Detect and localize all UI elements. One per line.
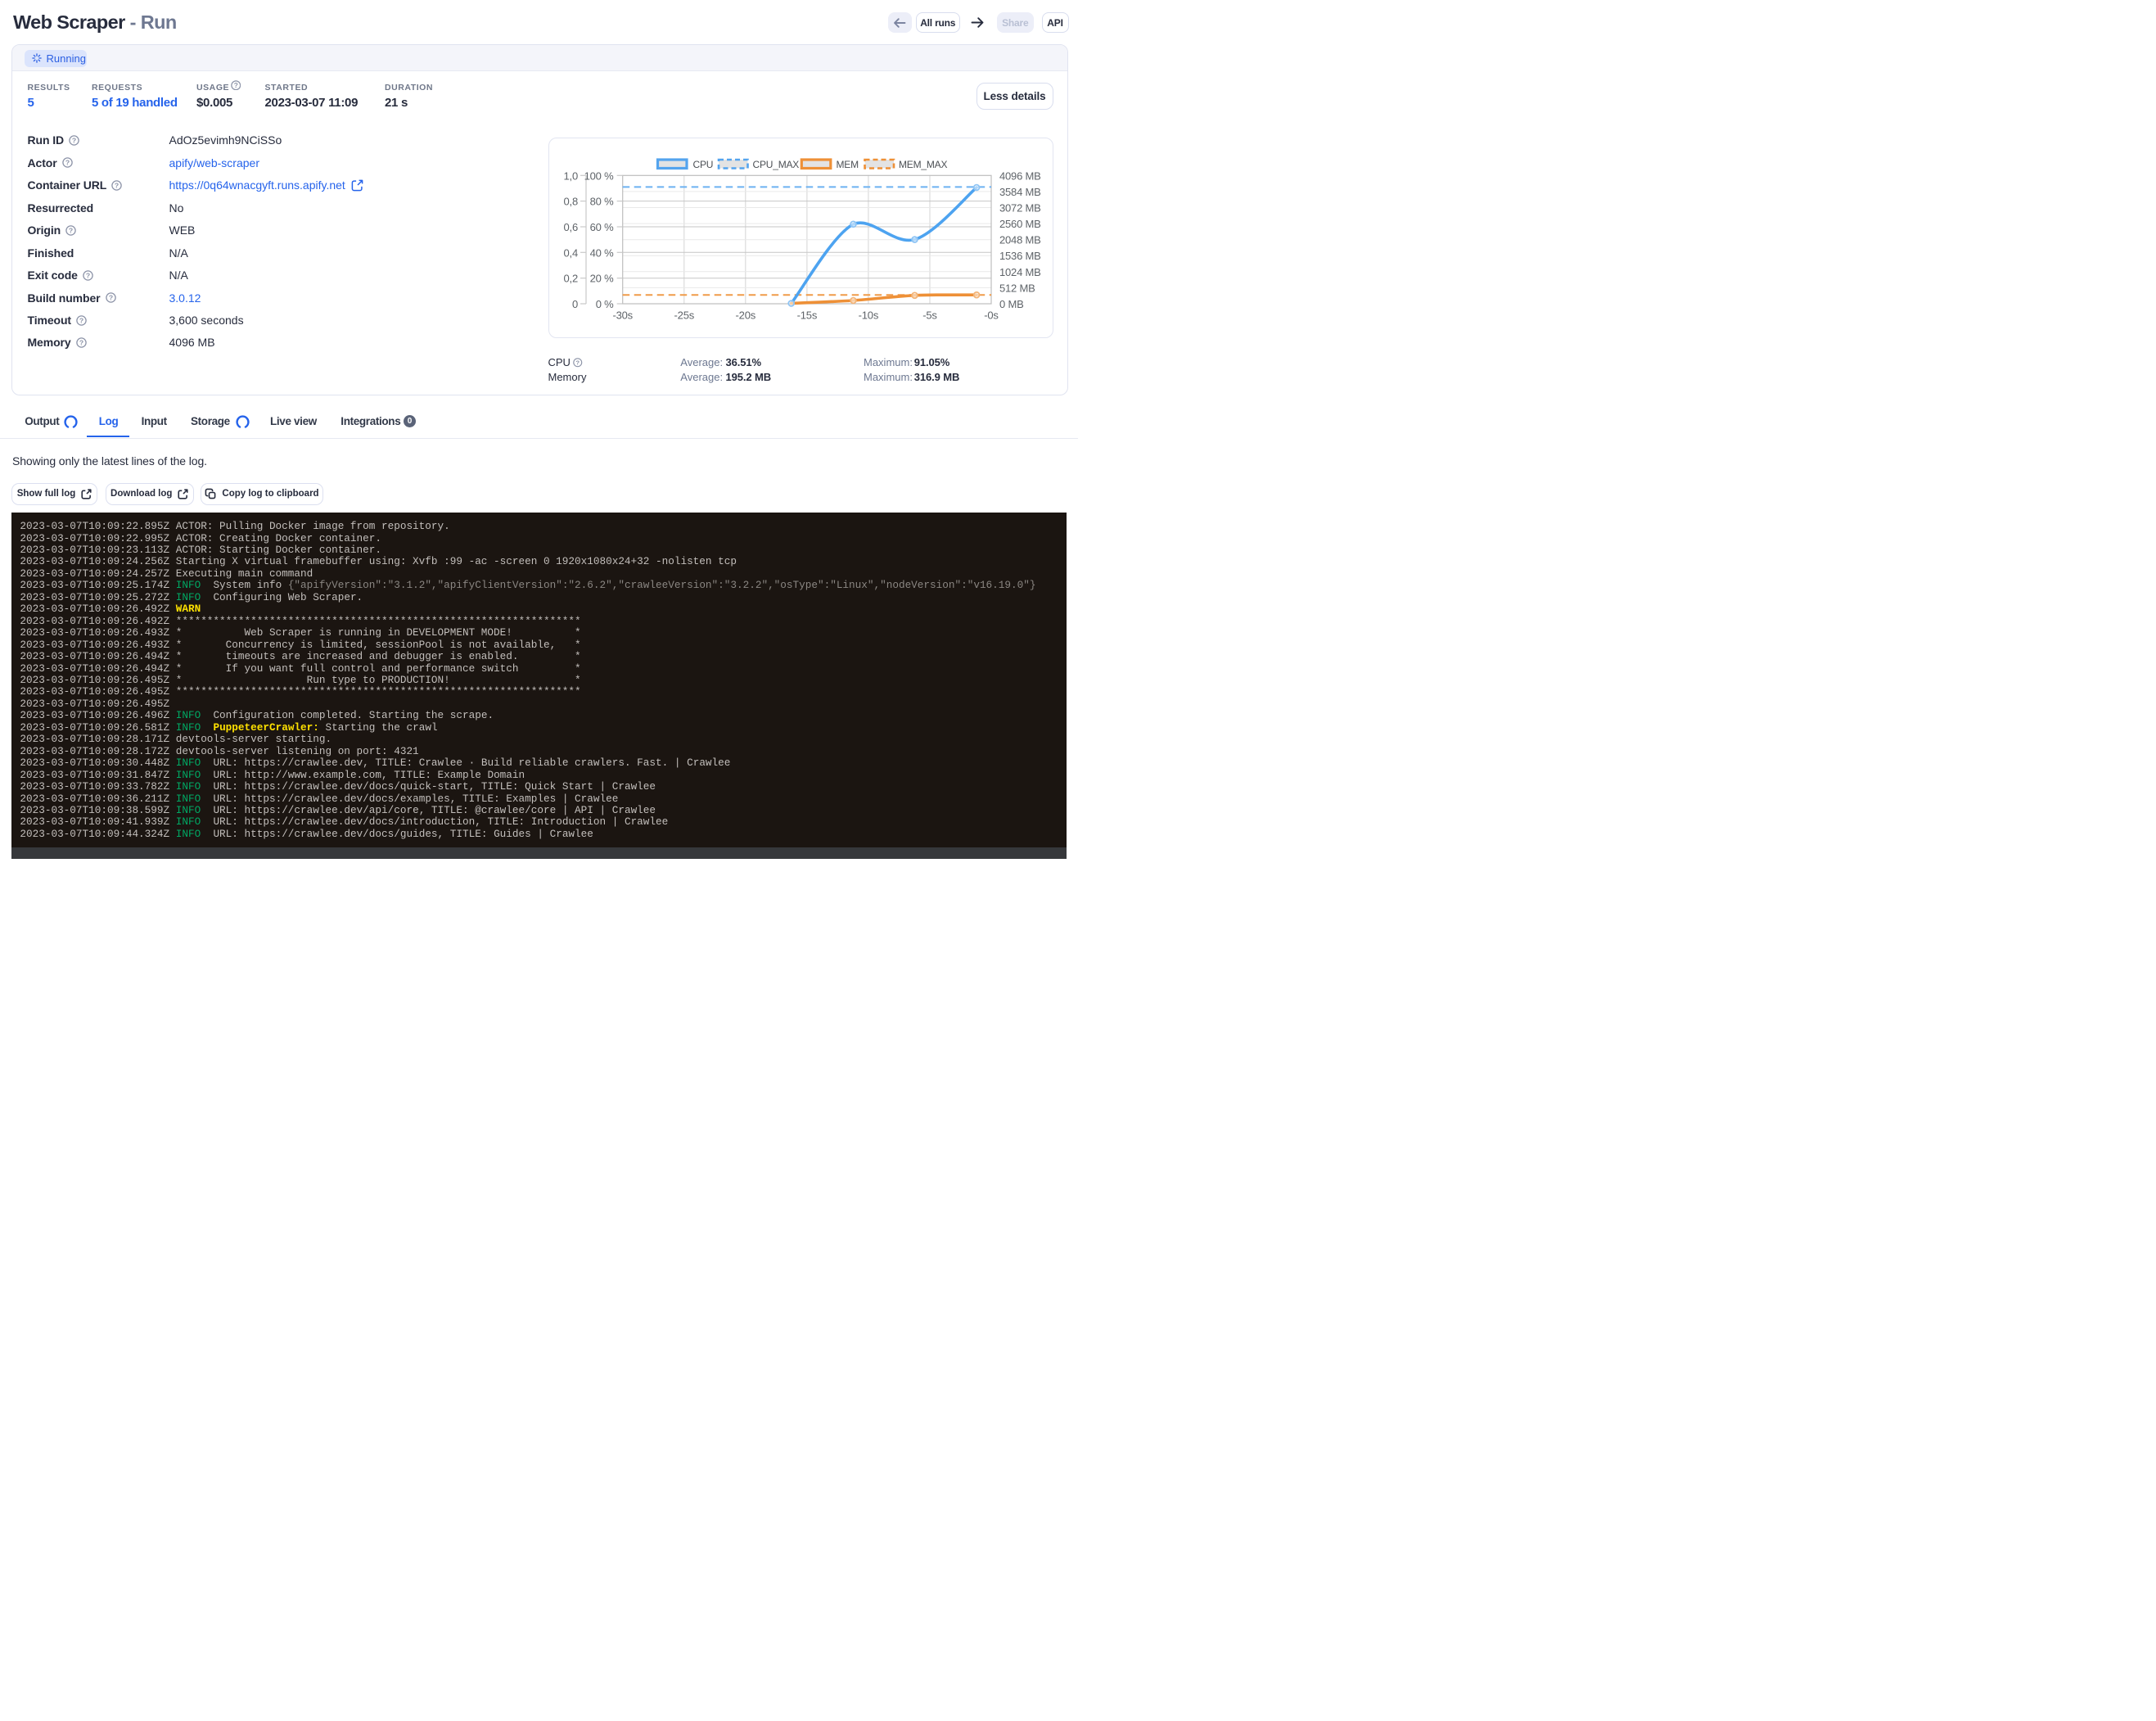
svg-text:1536 MB: 1536 MB: [999, 250, 1041, 262]
svg-text:40 %: 40 %: [589, 246, 613, 259]
svg-text:?: ?: [575, 359, 580, 366]
svg-text:-0s: -0s: [984, 309, 999, 322]
svg-text:0,8: 0,8: [563, 196, 577, 208]
svg-text:?: ?: [79, 316, 83, 324]
svg-text:-20s: -20s: [735, 309, 756, 322]
svg-text:3584 MB: 3584 MB: [999, 186, 1041, 198]
svg-text:0,6: 0,6: [563, 221, 577, 233]
svg-text:CPU: CPU: [692, 159, 713, 170]
svg-text:1,0: 1,0: [563, 169, 577, 182]
svg-text:512 MB: 512 MB: [999, 282, 1035, 294]
svg-text:-15s: -15s: [796, 309, 817, 322]
svg-text:MEM: MEM: [836, 159, 859, 170]
svg-text:CPU_MAX: CPU_MAX: [752, 159, 799, 170]
svg-text:?: ?: [108, 294, 112, 302]
svg-text:?: ?: [79, 338, 83, 346]
svg-text:20 %: 20 %: [589, 273, 613, 285]
svg-text:3072 MB: 3072 MB: [999, 202, 1041, 215]
svg-text:MEM_MAX: MEM_MAX: [899, 159, 947, 170]
svg-text:?: ?: [65, 159, 69, 167]
svg-text:0: 0: [571, 298, 577, 310]
svg-text:0,4: 0,4: [563, 246, 577, 259]
svg-text:?: ?: [233, 82, 237, 89]
svg-text:100 %: 100 %: [584, 169, 614, 182]
svg-text:0 MB: 0 MB: [999, 298, 1024, 310]
svg-text:-30s: -30s: [612, 309, 633, 322]
svg-text:2048 MB: 2048 MB: [999, 234, 1041, 246]
svg-text:-5s: -5s: [922, 309, 937, 322]
svg-text:-10s: -10s: [858, 309, 878, 322]
svg-text:60 %: 60 %: [589, 221, 613, 233]
svg-text:?: ?: [72, 136, 76, 144]
svg-text:?: ?: [115, 181, 119, 189]
svg-text:0 %: 0 %: [595, 298, 613, 310]
svg-text:?: ?: [69, 226, 73, 234]
svg-text:4096 MB: 4096 MB: [999, 169, 1041, 182]
svg-text:-25s: -25s: [674, 309, 694, 322]
svg-text:?: ?: [86, 271, 90, 279]
svg-text:2560 MB: 2560 MB: [999, 218, 1041, 230]
svg-text:80 %: 80 %: [589, 196, 613, 208]
svg-text:1024 MB: 1024 MB: [999, 266, 1041, 278]
svg-text:0,2: 0,2: [563, 273, 577, 285]
